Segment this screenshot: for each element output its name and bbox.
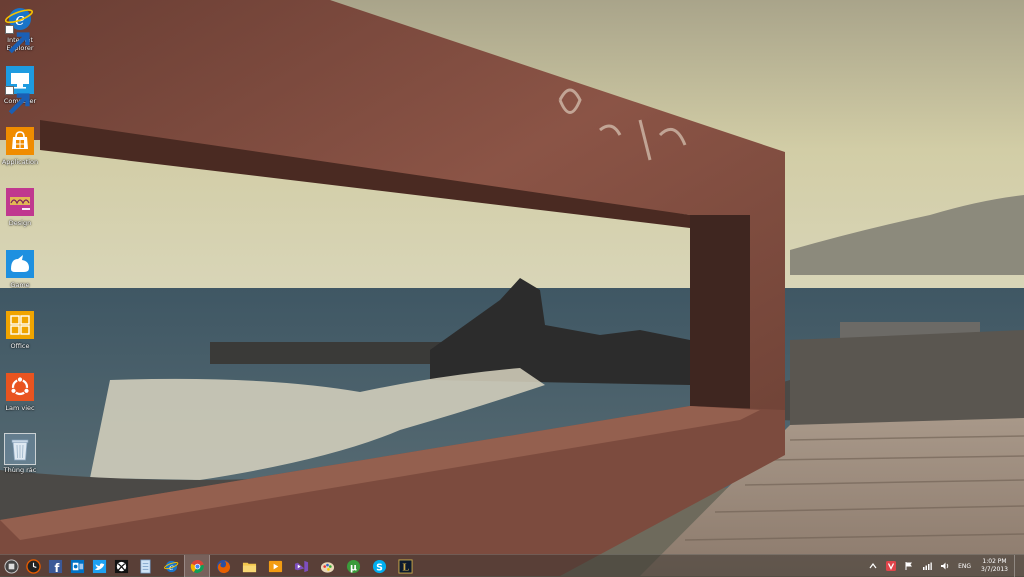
- chrome-icon: [190, 559, 204, 573]
- desktop-icon-label: Lam viec: [5, 404, 35, 412]
- desktop-icon-application[interactable]: Application: [0, 122, 40, 180]
- svg-text:L: L: [402, 562, 409, 573]
- taskbar-start-button[interactable]: [0, 555, 22, 577]
- design-folder-icon: [5, 187, 35, 217]
- desktop-icon-label: Thùng rác: [3, 466, 37, 474]
- tray-vivaldi-icon[interactable]: [885, 560, 897, 572]
- desktop-icon-lam-viec[interactable]: Lam viec: [0, 368, 40, 426]
- taskbar-media-player[interactable]: [262, 555, 288, 577]
- clock-app-icon: [25, 558, 41, 574]
- desktop-icon-label: Design: [8, 219, 32, 227]
- league-icon: L: [397, 558, 413, 574]
- svg-text:µ: µ: [350, 562, 357, 573]
- desktop-icon-computer[interactable]: Computer: [0, 61, 40, 119]
- outlook-icon: [70, 559, 84, 573]
- clock-date: 3/7/2013: [981, 566, 1008, 573]
- shortcut-arrow-icon: [5, 25, 30, 54]
- desktop-icon-label: Game: [10, 281, 30, 289]
- svg-text:f: f: [54, 562, 59, 574]
- notepad-icon: [139, 559, 151, 573]
- tray-flag-icon[interactable]: [903, 560, 915, 572]
- game-folder-icon: [5, 249, 35, 279]
- recycle-bin-icon: [4, 433, 36, 465]
- twitter-icon: [92, 559, 106, 573]
- paint-icon: [320, 561, 334, 573]
- taskbar-outlook[interactable]: [66, 555, 88, 577]
- taskbar-clock-app[interactable]: [22, 555, 44, 577]
- taskbar-file-explorer[interactable]: [236, 555, 262, 577]
- desktop-icon-label: Application: [1, 158, 39, 166]
- tray-language-indicator[interactable]: ENG: [958, 563, 971, 570]
- xbox-icon: [114, 559, 128, 573]
- start-orb-icon: [3, 558, 19, 574]
- desktop-icon-design[interactable]: Design: [0, 183, 40, 241]
- show-desktop-button[interactable]: [1014, 555, 1020, 577]
- taskbar-league[interactable]: L: [392, 555, 418, 577]
- shortcut-arrow-icon: [5, 86, 30, 115]
- utorrent-icon: µ: [346, 559, 360, 573]
- internet-explorer-icon: e: [5, 4, 35, 54]
- desktop-icon-label: Office: [10, 342, 30, 350]
- media-player-icon: [268, 560, 282, 572]
- computer-icon: [5, 65, 35, 115]
- taskbar-utorrent[interactable]: µ: [340, 555, 366, 577]
- taskbar-chrome[interactable]: [184, 555, 210, 577]
- ubuntu-folder-icon: [5, 372, 35, 402]
- tray-network-icon[interactable]: [921, 560, 933, 572]
- taskbar-xbox[interactable]: [110, 555, 132, 577]
- taskbar-twitter[interactable]: [88, 555, 110, 577]
- tray-volume-icon[interactable]: [939, 560, 951, 572]
- skype-icon: S: [372, 559, 386, 573]
- taskbar-visual-studio[interactable]: [288, 555, 314, 577]
- taskbar-internet-explorer[interactable]: e: [158, 555, 184, 577]
- clock-time: 1:02 PM: [982, 558, 1007, 565]
- tray-clock[interactable]: 1:02 PM 3/7/2013: [981, 558, 1008, 574]
- taskbar-firefox[interactable]: [210, 555, 236, 577]
- taskbar-facebook[interactable]: f: [44, 555, 66, 577]
- office-folder-icon: [5, 310, 35, 340]
- visual-studio-icon: [294, 560, 308, 572]
- desktop-icon-office[interactable]: Office: [0, 306, 40, 364]
- file-explorer-icon: [242, 562, 256, 572]
- taskbar: f e µ S L ENG 1:02 PM 3/7/2013: [0, 554, 1024, 577]
- facebook-icon: f: [48, 559, 62, 574]
- system-tray: ENG 1:02 PM 3/7/2013: [864, 555, 1024, 577]
- internet-explorer-icon: e: [163, 560, 178, 572]
- taskbar-skype[interactable]: S: [366, 555, 392, 577]
- desktop-icon-internet-explorer[interactable]: e Internet Explorer: [0, 0, 40, 58]
- firefox-icon: [216, 559, 230, 573]
- tray-show-hidden-icon[interactable]: [867, 560, 879, 572]
- desktop-icon-game[interactable]: Game: [0, 245, 40, 303]
- svg-text:S: S: [376, 562, 383, 573]
- windows-store-icon: [5, 126, 35, 156]
- taskbar-paint[interactable]: [314, 555, 340, 577]
- taskbar-notepad[interactable]: [132, 555, 158, 577]
- desktop-icon-recycle-bin[interactable]: Thùng rác: [0, 430, 40, 488]
- desktop-wallpaper: [0, 0, 1024, 576]
